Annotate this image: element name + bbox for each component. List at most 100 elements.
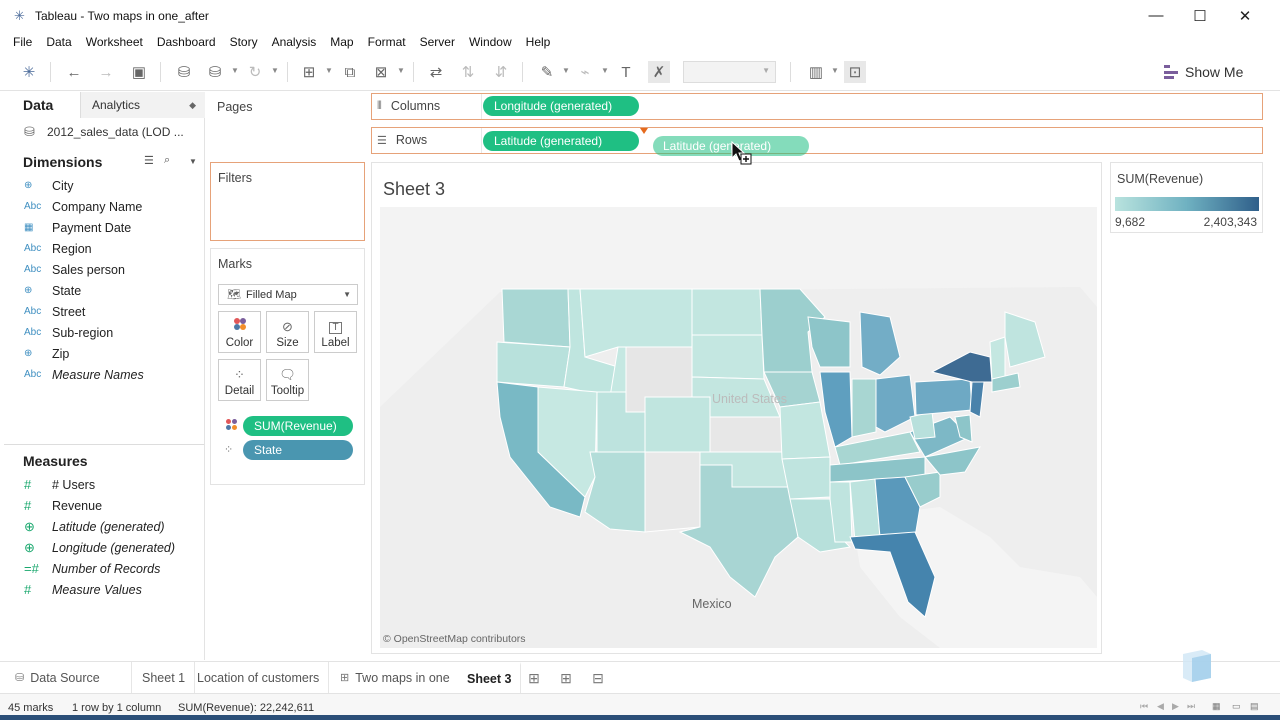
tab-data-source[interactable]: ⛁ Data Source bbox=[6, 662, 132, 693]
label-button[interactable]: T Label bbox=[314, 311, 357, 353]
field-city[interactable]: ⊕ City bbox=[24, 175, 74, 196]
close-button[interactable]: ✕ bbox=[1222, 0, 1268, 31]
minimize-button[interactable]: — bbox=[1133, 0, 1179, 31]
view-list-icon[interactable]: ☰ bbox=[144, 154, 154, 167]
chevron-down-icon[interactable]: ▼ bbox=[831, 66, 839, 75]
menu-worksheet[interactable]: Worksheet bbox=[79, 35, 150, 49]
fit-width-select[interactable]: ▼ bbox=[683, 61, 776, 83]
tab-location-of-customers[interactable]: Location of customers bbox=[188, 662, 330, 693]
save-icon[interactable]: ▣ bbox=[128, 61, 150, 83]
highlight-icon[interactable]: ✎ bbox=[536, 61, 558, 83]
color-button[interactable]: Color bbox=[218, 311, 261, 353]
state-kansas[interactable] bbox=[709, 416, 783, 453]
clear-sheet-icon[interactable]: ⊠ bbox=[370, 61, 392, 83]
tab-analytics[interactable]: Analytics ◆ bbox=[80, 92, 205, 118]
chevron-down-icon[interactable]: ▼ bbox=[271, 66, 279, 75]
show-filmstrip-icon[interactable]: ▭ bbox=[1232, 701, 1241, 712]
chevron-down-icon[interactable]: ▼ bbox=[189, 157, 197, 166]
swap-rows-columns-icon[interactable]: ⇄ bbox=[425, 61, 447, 83]
field-company-name[interactable]: Abc Company Name bbox=[24, 196, 142, 217]
state-vermont-new-hampshire[interactable] bbox=[989, 336, 1006, 380]
field-region[interactable]: Abc Region bbox=[24, 238, 92, 259]
new-worksheet-icon[interactable]: ⊞ bbox=[523, 667, 545, 689]
fit-view-icon[interactable]: ▥ bbox=[805, 61, 827, 83]
new-story-icon[interactable]: ⊟ bbox=[587, 667, 609, 689]
mark-type-dropdown[interactable]: 🗺 Filled Map ▼ bbox=[218, 284, 358, 305]
state-pennsylvania[interactable] bbox=[914, 378, 973, 416]
field-latitude-generated[interactable]: ⊕ Latitude (generated) bbox=[24, 516, 165, 537]
menu-map[interactable]: Map bbox=[323, 35, 360, 49]
group-members-icon[interactable]: ⌁ bbox=[574, 61, 596, 83]
field-measure-names[interactable]: Abc Measure Names bbox=[24, 364, 144, 385]
show-labels-icon[interactable]: T bbox=[615, 61, 637, 83]
detail-button[interactable]: ⁘ Detail bbox=[218, 359, 261, 401]
state-oregon[interactable] bbox=[496, 341, 571, 388]
sort-descending-icon[interactable]: ⇵ bbox=[490, 61, 512, 83]
field-street[interactable]: Abc Street bbox=[24, 301, 85, 322]
menu-data[interactable]: Data bbox=[39, 35, 78, 49]
menu-analysis[interactable]: Analysis bbox=[265, 35, 324, 49]
sheet-title[interactable]: Sheet 3 bbox=[383, 179, 445, 200]
field-users[interactable]: # # Users bbox=[24, 474, 95, 495]
search-icon[interactable]: ⌕ bbox=[164, 154, 170, 167]
menu-help[interactable]: Help bbox=[519, 35, 558, 49]
new-datasource-icon[interactable]: ⛁ bbox=[173, 61, 195, 83]
latitude-rows-pill[interactable]: Latitude (generated) bbox=[483, 131, 639, 151]
first-sheet-icon[interactable]: ⏮ bbox=[1140, 701, 1148, 712]
chevron-down-icon[interactable]: ▼ bbox=[562, 66, 570, 75]
new-dashboard-icon[interactable]: ⊞ bbox=[555, 667, 577, 689]
filters-card[interactable]: Filters bbox=[210, 162, 365, 241]
field-sales-person[interactable]: Abc Sales person bbox=[24, 259, 125, 280]
color-legend[interactable]: SUM(Revenue) 9,682 2,403,343 bbox=[1110, 162, 1263, 233]
pause-updates-icon[interactable]: ⛁ bbox=[204, 61, 226, 83]
menu-server[interactable]: Server bbox=[413, 35, 462, 49]
show-sheet-sorter-icon[interactable]: ▦ bbox=[1212, 701, 1221, 712]
chevron-down-icon[interactable]: ▼ bbox=[397, 66, 405, 75]
datasource-item[interactable]: ⛁ 2012_sales_data (LOD ... bbox=[24, 125, 184, 140]
presentation-mode-icon[interactable]: ⊡ bbox=[844, 61, 866, 83]
chevron-down-icon[interactable]: ▼ bbox=[601, 66, 609, 75]
menu-story[interactable]: Story bbox=[223, 35, 265, 49]
field-payment-date[interactable]: ▦ Payment Date bbox=[24, 217, 131, 238]
state-new-mexico[interactable] bbox=[644, 451, 701, 533]
redo-icon[interactable]: → bbox=[95, 61, 117, 83]
size-button[interactable]: ⊘ Size bbox=[266, 311, 309, 353]
new-worksheet-icon[interactable]: ⊞ bbox=[298, 61, 320, 83]
tab-two-maps-in-one[interactable]: ⊞ Two maps in one bbox=[331, 662, 460, 693]
tooltip-button[interactable]: 🗨 Tooltip bbox=[266, 359, 309, 401]
duplicate-sheet-icon[interactable]: ⧉ bbox=[339, 61, 361, 83]
fix-axes-icon[interactable]: ✗ bbox=[648, 61, 670, 83]
tableau-home-icon[interactable]: ✳ bbox=[18, 61, 40, 83]
filled-map[interactable]: United States Mexico © OpenStreetMap con… bbox=[380, 207, 1097, 648]
tab-sheet-1[interactable]: Sheet 1 bbox=[133, 662, 196, 693]
prev-sheet-icon[interactable]: ◀ bbox=[1157, 701, 1164, 712]
refresh-icon[interactable]: ↻ bbox=[244, 61, 266, 83]
sum-revenue-color-pill[interactable]: SUM(Revenue) bbox=[243, 416, 353, 436]
tab-sheet-3[interactable]: Sheet 3 bbox=[458, 662, 522, 693]
state-south-dakota[interactable] bbox=[691, 334, 765, 380]
state-detail-pill[interactable]: State bbox=[243, 440, 353, 460]
field-measure-values[interactable]: # Measure Values bbox=[24, 579, 142, 600]
menu-dashboard[interactable]: Dashboard bbox=[150, 35, 223, 49]
show-tabs-icon[interactable]: ▤ bbox=[1250, 701, 1259, 712]
field-state[interactable]: ⊕ State bbox=[24, 280, 81, 301]
field-longitude-generated[interactable]: ⊕ Longitude (generated) bbox=[24, 537, 175, 558]
tab-data[interactable]: Data bbox=[4, 92, 80, 118]
pages-card[interactable]: Pages bbox=[210, 92, 365, 156]
state-washington[interactable] bbox=[501, 288, 571, 348]
menu-file[interactable]: File bbox=[6, 35, 39, 49]
chevron-down-icon[interactable]: ▼ bbox=[231, 66, 239, 75]
state-arkansas[interactable] bbox=[781, 456, 831, 500]
field-number-of-records[interactable]: =# Number of Records bbox=[24, 558, 160, 579]
next-sheet-icon[interactable]: ▶ bbox=[1172, 701, 1179, 712]
field-revenue[interactable]: # Revenue bbox=[24, 495, 102, 516]
sort-ascending-icon[interactable]: ⇅ bbox=[457, 61, 479, 83]
maximize-button[interactable]: ☐ bbox=[1177, 0, 1223, 31]
field-sub-region[interactable]: Abc Sub-region bbox=[24, 322, 113, 343]
undo-icon[interactable]: ← bbox=[63, 61, 85, 83]
chevron-down-icon[interactable]: ▼ bbox=[325, 66, 333, 75]
field-zip[interactable]: ⊕ Zip bbox=[24, 343, 69, 364]
show-me-button[interactable]: Show Me bbox=[1164, 62, 1243, 82]
map-attribution[interactable]: © OpenStreetMap contributors bbox=[383, 633, 526, 645]
last-sheet-icon[interactable]: ⏭ bbox=[1187, 701, 1195, 712]
